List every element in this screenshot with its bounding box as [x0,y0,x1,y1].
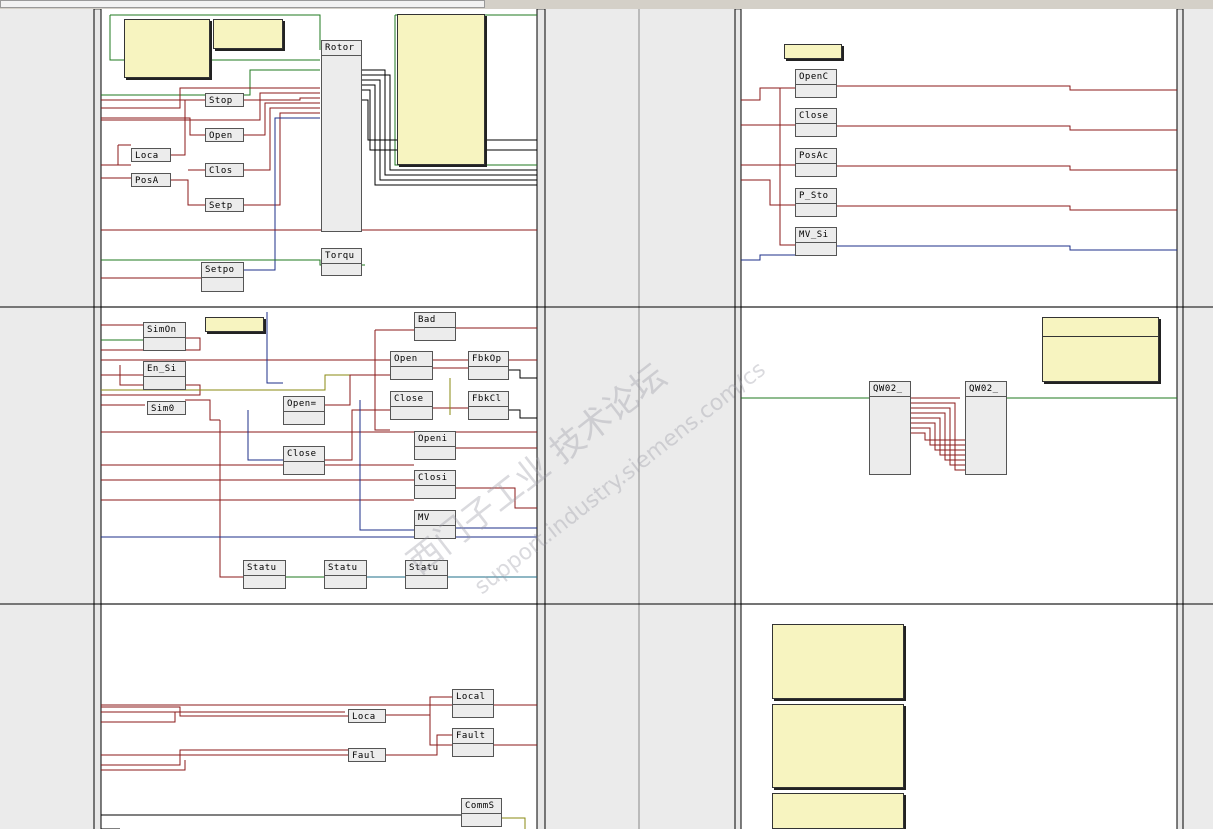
block-torqu[interactable]: Torqu [321,248,362,276]
block-title: Stop [209,96,233,106]
block-title: MV [415,511,455,526]
block-stop[interactable]: Stop [205,93,244,107]
block-open2[interactable]: Open [390,351,433,380]
block-title: Statu [325,561,366,576]
block-faul[interactable]: Faul [348,748,386,762]
block-loca[interactable]: Loca [131,148,171,162]
block-title: Setp [209,201,233,211]
block-sim0[interactable]: Sim0 [147,401,186,415]
block-open-eq[interactable]: Open= [283,396,325,425]
block-mv-si[interactable]: MV_Si [795,227,837,256]
block-title: OpenC [796,70,836,85]
comment-box[interactable] [772,793,904,829]
block-posa[interactable]: PosA [131,173,171,187]
block-qw02-b[interactable]: QW02_ [965,381,1007,475]
block-closi[interactable]: Closi [414,470,456,499]
block-title: PosAc [796,149,836,164]
block-title: P_Sto [796,189,836,204]
block-statu-3[interactable]: Statu [405,560,448,589]
block-title: SimOn [144,323,185,338]
block-title: FbkOp [469,352,508,367]
comment-box[interactable] [205,317,264,332]
block-title: Clos [209,166,233,176]
block-bad[interactable]: Bad [414,312,456,341]
block-title: Bad [415,313,455,328]
block-title: PosA [135,176,159,186]
comment-box[interactable] [213,19,283,49]
comment-box[interactable] [772,704,904,788]
block-title: Setpo [202,263,243,278]
block-title: FbkCl [469,392,508,407]
block-local[interactable]: Local [452,689,494,718]
block-setpo[interactable]: Setpo [201,262,244,292]
block-qw02-a[interactable]: QW02_ [869,381,911,475]
comment-box[interactable] [784,44,842,59]
block-close-mid[interactable]: Close [283,446,325,475]
block-statu-2[interactable]: Statu [324,560,367,589]
block-p-sto[interactable]: P_Sto [795,188,837,217]
block-title: Faul [352,751,376,761]
block-title: Close [796,109,836,124]
block-loca-bottom[interactable]: Loca [348,709,386,723]
comment-box-divider [1043,318,1158,337]
block-title: Sim0 [151,404,175,414]
block-title: Statu [244,561,285,576]
block-mv[interactable]: MV [414,510,456,539]
block-openi[interactable]: Openi [414,431,456,460]
block-setp[interactable]: Setp [205,198,244,212]
block-close-right[interactable]: Close [795,108,837,137]
block-title: Loca [135,151,159,161]
block-title: Closi [415,471,455,486]
block-simon[interactable]: SimOn [143,322,186,351]
block-fault[interactable]: Fault [452,728,494,757]
block-title: Statu [406,561,447,576]
block-title: Openi [415,432,455,447]
block-title: MV_Si [796,228,836,243]
block-title: Fault [453,729,493,744]
comment-box[interactable] [772,624,904,699]
block-statu-1[interactable]: Statu [243,560,286,589]
block-title: Rotor [322,41,361,56]
block-title: Close [284,447,324,462]
block-title: Close [391,392,432,407]
block-title: Loca [352,712,376,722]
block-title: Open [391,352,432,367]
block-title: QW02_ [870,382,910,397]
comment-box[interactable] [124,19,210,78]
block-title: Open= [284,397,324,412]
block-rotor[interactable]: Rotor [321,40,362,232]
block-title: QW02_ [966,382,1006,397]
block-title: En_Si [144,362,185,377]
block-posac[interactable]: PosAc [795,148,837,177]
block-openc[interactable]: OpenC [795,69,837,98]
block-en-si[interactable]: En_Si [143,361,186,390]
block-title: Torqu [322,249,361,264]
block-close2[interactable]: Close [390,391,433,420]
block-title: Local [453,690,493,705]
comment-box-large[interactable] [397,14,485,165]
block-title: CommS [462,799,501,814]
block-clos[interactable]: Clos [205,163,244,177]
block-fbkop[interactable]: FbkOp [468,351,509,380]
block-fbkcl[interactable]: FbkCl [468,391,509,420]
block-comms[interactable]: CommS [461,798,502,827]
block-title: Open [209,131,233,141]
block-open[interactable]: Open [205,128,244,142]
comment-box[interactable] [1042,317,1159,382]
